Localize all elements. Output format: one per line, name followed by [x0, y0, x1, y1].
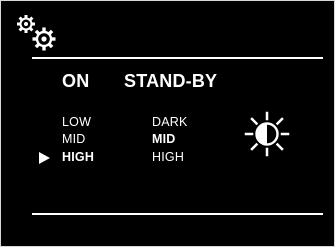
on-level-high[interactable]: HIGH — [62, 150, 94, 164]
on-column-title: ON — [62, 71, 90, 91]
brightness-icon — [244, 111, 290, 157]
on-level-mid[interactable]: MID — [62, 132, 86, 146]
standby-level-mid[interactable]: MID — [152, 132, 176, 146]
on-level-low[interactable]: LOW — [62, 115, 91, 129]
settings-screen: ON STAND-BY LOW MID HIGH DARK MID HIGH — [0, 0, 335, 247]
selection-pointer-icon — [39, 152, 50, 164]
standby-level-dark[interactable]: DARK — [152, 115, 188, 129]
bottom-divider — [32, 213, 323, 215]
standby-level-high[interactable]: HIGH — [152, 150, 184, 164]
standby-column-title: STAND-BY — [124, 71, 218, 91]
settings-gears-icon[interactable] — [11, 9, 66, 54]
top-divider — [32, 57, 323, 59]
